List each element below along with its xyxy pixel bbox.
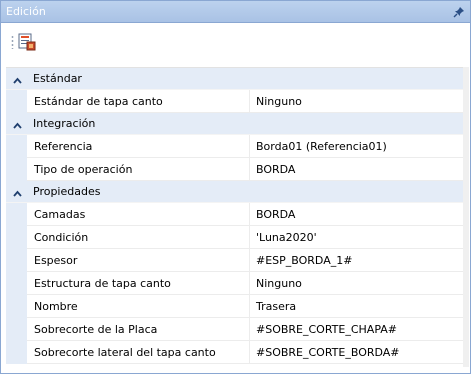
property-row[interactable]: Nombre Trasera: [6, 295, 463, 318]
category-label: Estándar: [33, 72, 82, 85]
panel-title: Edición: [6, 5, 46, 18]
edition-panel: Edición Estándar Estándar de tapa canto …: [0, 0, 471, 374]
category-integracion[interactable]: Integración: [6, 113, 463, 135]
property-name: Estándar de tapa canto: [27, 90, 250, 113]
property-row[interactable]: Referencia Borda01 (Referencia01): [6, 135, 463, 158]
toolbar-grip[interactable]: [11, 35, 14, 49]
property-value[interactable]: Borda01 (Referencia01): [250, 135, 463, 158]
property-value[interactable]: Ninguno: [250, 272, 463, 295]
property-name: Sobrecorte lateral del tapa canto: [27, 341, 250, 364]
vertical-scrollbar[interactable]: [463, 67, 469, 367]
collapse-arrow-icon[interactable]: [13, 120, 22, 129]
property-row[interactable]: Estructura de tapa canto Ninguno: [6, 272, 463, 295]
property-value[interactable]: Trasera: [250, 295, 463, 318]
property-name: Nombre: [27, 295, 250, 318]
property-row[interactable]: Sobrecorte lateral del tapa canto #SOBRE…: [6, 341, 463, 364]
category-propiedades[interactable]: Propiedades: [6, 181, 463, 203]
property-value[interactable]: 'Luna2020': [250, 226, 463, 249]
category-label: Propiedades: [33, 185, 101, 198]
property-sheet-icon[interactable]: [18, 33, 36, 51]
property-name: Espesor: [27, 249, 250, 272]
property-name: Tipo de operación: [27, 158, 250, 181]
toolbar: [1, 23, 470, 57]
property-value[interactable]: Ninguno: [250, 90, 463, 113]
property-row[interactable]: Estándar de tapa canto Ninguno: [6, 90, 463, 113]
property-name: Referencia: [27, 135, 250, 158]
property-row[interactable]: Camadas BORDA: [6, 203, 463, 226]
property-row[interactable]: Sobrecorte de la Placa #SOBRE_CORTE_CHAP…: [6, 318, 463, 341]
collapse-arrow-icon[interactable]: [13, 75, 22, 84]
property-value[interactable]: #SOBRE_CORTE_CHAPA#: [250, 318, 463, 341]
property-name: Condición: [27, 226, 250, 249]
category-estandar[interactable]: Estándar: [6, 68, 463, 90]
property-name: Camadas: [27, 203, 250, 226]
collapse-arrow-icon[interactable]: [13, 188, 22, 197]
property-row[interactable]: Tipo de operación BORDA: [6, 158, 463, 181]
property-grid: Estándar Estándar de tapa canto Ninguno …: [6, 67, 463, 364]
property-value[interactable]: BORDA: [250, 203, 463, 226]
pin-icon[interactable]: [452, 5, 466, 19]
property-name: Estructura de tapa canto: [27, 272, 250, 295]
property-row[interactable]: Espesor #ESP_BORDA_1#: [6, 249, 463, 272]
property-value[interactable]: #ESP_BORDA_1#: [250, 249, 463, 272]
property-row[interactable]: Condición 'Luna2020': [6, 226, 463, 249]
property-name: Sobrecorte de la Placa: [27, 318, 250, 341]
property-value[interactable]: #SOBRE_CORTE_BORDA#: [250, 341, 463, 364]
category-label: Integración: [33, 117, 96, 130]
property-value[interactable]: BORDA: [250, 158, 463, 181]
panel-titlebar: Edición: [1, 1, 470, 23]
